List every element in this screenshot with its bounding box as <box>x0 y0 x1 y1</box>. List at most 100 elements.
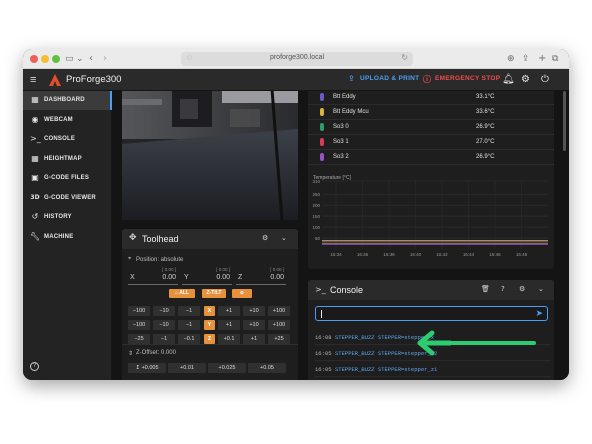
temperature-row[interactable]: So3 1 27.0°C <box>308 135 554 150</box>
send-icon[interactable]: ➤ <box>535 309 543 319</box>
gear-icon[interactable]: ⚙ <box>262 234 268 243</box>
jog-x-button[interactable]: −100 <box>128 306 150 316</box>
zoffset-step-button[interactable]: +0.05 <box>248 363 286 373</box>
sidebar-item-heightmap[interactable]: ▦ HEIGHTMAP <box>23 150 112 169</box>
sensor-temperature: 33.6°C <box>476 109 495 115</box>
console-timestamp: 16:08 <box>315 334 332 341</box>
chevron-down-icon[interactable]: ⌄ <box>538 285 544 294</box>
toolhead-header: ✥ Toolhead ⚙ ⌄ <box>122 229 298 249</box>
power-icon[interactable]: ⏻ <box>541 73 549 87</box>
jog-z-button[interactable]: −0.1 <box>178 334 200 344</box>
scrollbar[interactable] <box>563 91 566 151</box>
sidebar-item-webcam[interactable]: ◉ WEBCAM <box>23 111 112 130</box>
sidebar-item-machine[interactable]: 🔧︎ MACHINE <box>23 228 112 247</box>
sidebar-item-console[interactable]: >_ CONSOLE <box>23 130 112 149</box>
sidebar-item-g-code-viewer[interactable]: 3D G-CODE VIEWER <box>23 189 112 208</box>
motors-off-button[interactable]: ⊘ <box>232 289 252 298</box>
temperature-row[interactable]: So3 2 26.9°C <box>308 150 554 165</box>
zoffset-icon: ⇕ <box>128 351 134 357</box>
jog-z-button[interactable]: +1 <box>243 334 265 344</box>
chevron-down-icon[interactable]: ⌄ <box>281 234 287 243</box>
console-command[interactable]: STEPPER_BUZZ STEPPER=stepper_z1 <box>335 366 437 373</box>
minimize-window-button[interactable] <box>41 55 49 63</box>
home-y-button[interactable]: Y <box>204 320 215 330</box>
home-all-label: ALL <box>179 290 189 296</box>
z-tilt-button[interactable]: Z-TILT <box>202 289 226 298</box>
share-icon[interactable]: ⇪ <box>522 53 530 65</box>
temperature-row[interactable]: Btt Eddy 33.1°C <box>308 91 554 105</box>
jog-y-button[interactable]: −10 <box>153 320 175 330</box>
jog-x-button[interactable]: +10 <box>243 306 265 316</box>
temperature-row[interactable]: So3 0 26.9°C <box>308 120 554 135</box>
home-z-button[interactable]: Z <box>204 334 215 344</box>
y-tick-label: 250 <box>312 192 320 197</box>
settings-icon[interactable]: ⚙ <box>521 73 530 87</box>
history-icon: ↺ <box>31 212 39 221</box>
zoffset-step-label: +0.005 <box>141 365 159 371</box>
app-bar: ≡ ProForge300 ⇪ UPLOAD & PRINT ⓘ EMERGEN… <box>23 69 569 91</box>
trash-icon[interactable]: 🗑︎ <box>481 285 490 294</box>
coord-axis-label: Y <box>184 274 189 281</box>
sidebar-item-history[interactable]: ↺ HISTORY <box>23 208 112 227</box>
jog-z-button[interactable]: +25 <box>268 334 290 344</box>
jog-y-button[interactable]: +10 <box>243 320 265 330</box>
upload-label: UPLOAD & PRINT <box>360 75 420 82</box>
zoffset-step-button[interactable]: +0.025 <box>208 363 246 373</box>
console-panel: >_ Console 🗑︎ ? ⚙ ⌄ ➤ 16:08 STEPPER_BUZZ … <box>308 280 554 380</box>
x-tick-label: 16:46 <box>489 252 501 257</box>
emergency-stop-button[interactable]: ⓘ EMERGENCY STOP <box>423 75 500 84</box>
bell-icon[interactable]: 🔔︎ <box>502 73 515 87</box>
new-tab-icon[interactable]: + <box>538 53 546 65</box>
console-command[interactable]: STEPPER_BUZZ STEPPER=stepper_x <box>335 334 434 341</box>
home-all-button[interactable]: ⌂ ALL <box>169 289 195 298</box>
forward-icon[interactable]: › <box>103 53 107 65</box>
menu-icon[interactable]: ≡ <box>30 73 36 87</box>
jog-z-button[interactable]: −25 <box>128 334 150 344</box>
sidebar-toggle-icon[interactable]: ▭ <box>65 53 74 65</box>
zoffset-step-button[interactable]: +0.01 <box>168 363 206 373</box>
temperature-row[interactable]: Btt Eddy Mcu 33.6°C <box>308 105 554 120</box>
help-icon[interactable]: ? <box>501 285 505 294</box>
console-line: 16:08 STEPPER_BUZZ STEPPER=stepper_x <box>315 330 551 345</box>
jog-z-button[interactable]: −1 <box>153 334 175 344</box>
sidebar-item-label: G-CODE FILES <box>44 175 90 181</box>
coord-field-x[interactable]: X [ 0.00 ] 0.00 <box>128 267 178 285</box>
jog-x-button[interactable]: +100 <box>268 306 290 316</box>
sidebar-item-dashboard[interactable]: ▦ DASHBOARD <box>23 91 112 110</box>
home-x-button[interactable]: X <box>204 306 215 316</box>
text-cursor <box>321 310 322 318</box>
gear-icon[interactable]: ⚙ <box>519 285 525 294</box>
zoffset-step-button[interactable]: ↥ +0.005 <box>128 363 166 373</box>
jog-y-button[interactable]: −100 <box>128 320 150 330</box>
console-command[interactable]: STEPPER_BUZZ STEPPER=stepper_z2 <box>335 350 437 357</box>
toolhead-panel: ✥ Toolhead ⚙ ⌄ ⌖ Position: absolute X [ 0… <box>122 229 298 380</box>
chevron-down-icon[interactable]: ⌄ <box>76 53 84 65</box>
coord-field-z[interactable]: Z [ 0.00 ] 0.00 <box>236 267 286 285</box>
console-input[interactable]: ➤ <box>315 306 548 321</box>
address-bar[interactable]: ◌ proforge300.local ↻ <box>181 52 413 66</box>
jog-x-button[interactable]: −1 <box>178 306 200 316</box>
zoom-window-button[interactable] <box>52 55 60 63</box>
jog-y-button[interactable]: +100 <box>268 320 290 330</box>
sidebar-item-label: DASHBOARD <box>44 97 85 103</box>
download-icon[interactable]: ⊕ <box>507 53 515 65</box>
jog-z-button[interactable]: +0.1 <box>218 334 240 344</box>
jog-x-button[interactable]: +1 <box>218 306 240 316</box>
jog-y-button[interactable]: −1 <box>178 320 200 330</box>
sidebar-item-g-code-files[interactable]: ▣ G-CODE FILES <box>23 169 112 188</box>
coord-field-y[interactable]: Y [ 0.00 ] 0.00 <box>182 267 232 285</box>
jog-x-button[interactable]: −10 <box>153 306 175 316</box>
back-icon[interactable]: ‹ <box>89 53 93 65</box>
sidebar-item-label: G-CODE VIEWER <box>44 194 96 201</box>
jog-y-button[interactable]: +1 <box>218 320 240 330</box>
tab-overview-icon[interactable]: ⧉ <box>552 53 558 65</box>
console-title: Console <box>330 285 364 295</box>
help-circle-icon[interactable]: ? <box>30 362 39 371</box>
upload-print-button[interactable]: ⇪ UPLOAD & PRINT <box>348 74 420 83</box>
thermometer-icon <box>320 153 324 161</box>
sensor-name: So3 2 <box>333 154 349 160</box>
folder-icon: ▣ <box>31 173 39 182</box>
close-window-button[interactable] <box>30 55 38 63</box>
y-tick-label: 100 <box>312 225 320 230</box>
reload-icon[interactable]: ↻ <box>401 53 408 62</box>
